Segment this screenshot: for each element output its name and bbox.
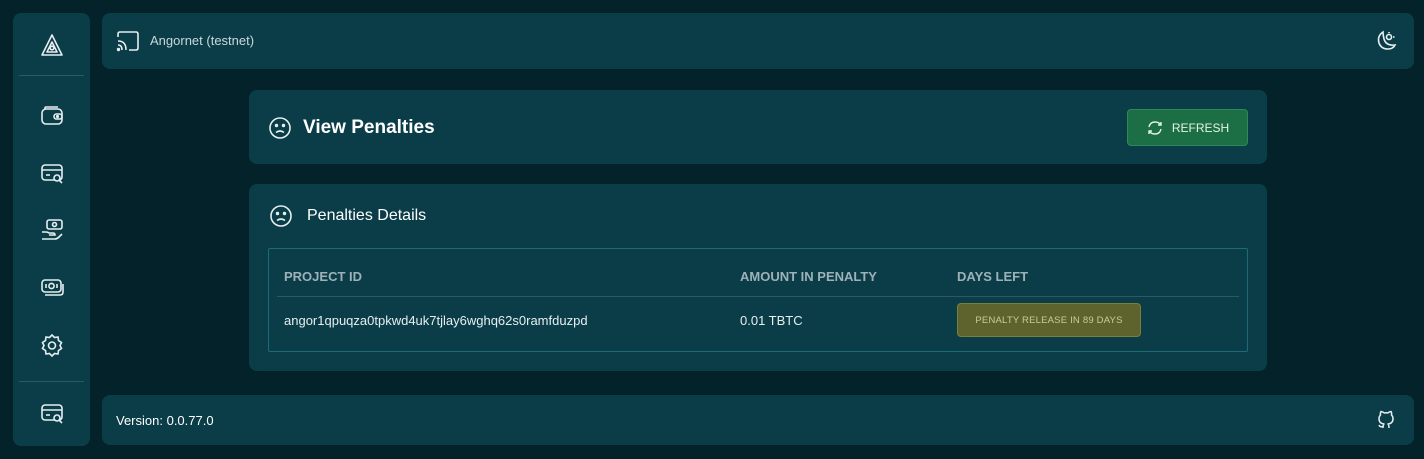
- sidebar: [13, 13, 90, 446]
- penalty-release-badge[interactable]: PENALTY RELEASE IN 89 DAYS: [957, 303, 1141, 337]
- cash-stack-icon: [40, 279, 64, 296]
- project-id-cell[interactable]: angor1qpuqza0tpkwd4uk7tjlay6wghq62s0ramf…: [284, 313, 588, 328]
- github-icon[interactable]: [1374, 408, 1398, 432]
- sidebar-divider: [19, 75, 84, 76]
- sidebar-item-bottom[interactable]: [13, 393, 90, 433]
- column-header-days-left: DAYS LEFT: [957, 269, 1029, 284]
- card-search-icon: [40, 404, 63, 424]
- sidebar-item-invest[interactable]: [13, 210, 90, 250]
- wallet-icon: [40, 106, 63, 125]
- penalty-release-label: PENALTY RELEASE IN 89 DAYS: [975, 314, 1123, 326]
- refresh-label: REFRESH: [1171, 120, 1230, 135]
- section-title: Penalties Details: [307, 207, 427, 224]
- moon-sun-icon[interactable]: [1372, 28, 1398, 54]
- angor-logo-icon[interactable]: [13, 25, 90, 65]
- hand-money-icon: [41, 219, 63, 240]
- sidebar-divider: [19, 381, 84, 382]
- penalties-details-card: Penalties Details PROJECT ID AMOUNT IN P…: [249, 184, 1267, 371]
- refresh-button[interactable]: REFRESH: [1127, 109, 1248, 146]
- sad-face-icon: [270, 205, 292, 227]
- sidebar-item-portfolio[interactable]: [13, 267, 90, 307]
- top-bar: Angornet (testnet): [102, 13, 1414, 69]
- settings-icon: [40, 333, 63, 358]
- refresh-icon: [1148, 120, 1162, 135]
- column-header-project-id: PROJECT ID: [284, 269, 363, 284]
- sad-face-icon: [269, 117, 291, 139]
- penalties-table: PROJECT ID AMOUNT IN PENALTY DAYS LEFT a…: [268, 248, 1248, 352]
- page-title: View Penalties: [303, 117, 435, 138]
- footer: Version: 0.0.77.0: [102, 395, 1414, 445]
- network-label: Angornet (testnet): [150, 33, 255, 48]
- cast-icon: [116, 31, 139, 52]
- column-header-amount: AMOUNT IN PENALTY: [740, 269, 877, 284]
- browse-card-search-icon: [40, 164, 63, 184]
- sidebar-item-wallet[interactable]: [13, 96, 90, 136]
- sidebar-item-settings[interactable]: [13, 325, 90, 365]
- view-penalties-card: View Penalties REFRESH: [249, 90, 1267, 164]
- sidebar-item-browse[interactable]: [13, 153, 90, 193]
- header-divider: [277, 296, 1239, 297]
- amount-cell: 0.01 TBTC: [740, 313, 803, 328]
- version-label: Version: 0.0.77.0: [116, 413, 214, 428]
